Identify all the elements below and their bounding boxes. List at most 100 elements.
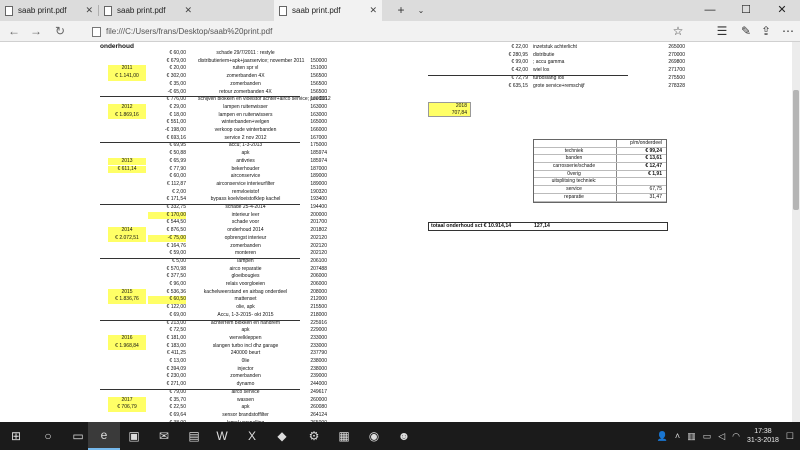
description-cell: lampen <box>237 257 254 264</box>
clock-time: 17:38 <box>754 428 772 435</box>
people-icon[interactable]: ☻ <box>388 422 420 450</box>
chrome-icon[interactable]: ◉ <box>358 422 390 450</box>
amount-cell: € 22,50 <box>169 404 186 411</box>
close-tab-icon[interactable]: ✕ <box>184 5 192 16</box>
mileage-cell: 163000 <box>310 103 327 110</box>
more-icon[interactable]: ⋯ <box>778 21 798 42</box>
description-cell: onderhoud 2014 <box>227 227 264 234</box>
amount-cell: € 679,00 <box>166 57 186 64</box>
year-cell: 2012 <box>108 103 146 112</box>
row-value: 31,47 <box>649 193 662 200</box>
row-label: techniek <box>564 147 584 154</box>
settings-icon[interactable]: ⚙ <box>298 422 330 450</box>
table-row: € 60,00 schade 29/7/2011 : restyle <box>100 50 300 58</box>
table-row: carrosserie/schade € 12,47 <box>534 163 666 171</box>
people-tray-icon[interactable]: 👤 <box>657 431 668 442</box>
year-cell: € 1.869,16 <box>108 111 146 120</box>
scrollbar[interactable] <box>792 42 800 422</box>
table-row: € 1.968,84 € 183,00 slangen turbo incl dhz… <box>100 342 327 351</box>
mileage-cell: 269800 <box>668 59 685 66</box>
description-cell: Accu, 1-3-2015- okt 2015 <box>217 311 274 318</box>
word-icon[interactable]: W <box>206 422 238 450</box>
year-amount: 707,84 <box>451 110 467 116</box>
url-text[interactable]: file:///C:/Users/frans/Desktop/saab%20pr… <box>106 27 272 36</box>
battery-icon[interactable]: ▭ <box>703 431 712 442</box>
description-cell: bypass koelvloeistofklep kachel <box>210 196 281 203</box>
table-row: € 1.141,00 € 302,00 zomerbanden 4X 156500 <box>100 73 327 81</box>
store-icon[interactable]: ▣ <box>118 422 150 450</box>
description-cell: apk <box>241 404 250 411</box>
table-row: € 706,79 € 22,50 apk 260080 <box>100 404 327 412</box>
amount-cell: € 394,09 <box>166 365 186 372</box>
mileage-cell: 187000 <box>310 165 327 172</box>
show-hidden-icons[interactable]: ˄ <box>675 431 680 441</box>
favorites-hub-icon[interactable]: ☰ <box>712 21 732 42</box>
divider <box>428 74 628 76</box>
year-cell <box>108 142 146 150</box>
share-icon[interactable]: ⇪ <box>756 21 776 42</box>
new-tab-button[interactable]: + <box>392 0 410 21</box>
document-icon[interactable]: ▦ <box>328 422 360 450</box>
mileage-cell: 150000 <box>310 57 327 64</box>
back-icon[interactable]: ← <box>4 21 24 42</box>
tab-1[interactable]: saab print.pdf ✕ <box>0 0 98 21</box>
refresh-icon[interactable]: ↻ <box>50 21 70 42</box>
amount-cell: € 35,70 <box>169 396 186 403</box>
mileage-cell: 270000 <box>668 51 685 58</box>
scrollbar-thumb[interactable] <box>793 90 799 210</box>
forward-icon[interactable]: → <box>26 21 46 42</box>
year-cell <box>108 81 146 89</box>
clock[interactable]: 17:38 31-3-2018 <box>747 427 779 445</box>
notes-icon[interactable]: ✎ <box>736 21 756 42</box>
table-row: € 693,16 service 2 nov 2012 167000 <box>100 134 327 143</box>
table-row: € 96,00 relais voorgloeien 206000 <box>100 281 327 289</box>
divider <box>100 142 300 144</box>
mail-icon[interactable]: ✉ <box>148 422 180 450</box>
start-windows-icon[interactable]: ⊞ <box>0 422 32 450</box>
close-window-button[interactable]: ✕ <box>764 0 800 21</box>
mileage-cell: 206000 <box>310 273 327 280</box>
description-cell: opbrengst interieur <box>224 234 267 241</box>
tab-title: saab print.pdf <box>18 6 67 15</box>
year-cell <box>108 320 146 328</box>
restore-button[interactable]: ☐ <box>728 0 764 21</box>
description-cell: antivries <box>236 157 255 164</box>
row-label: uitsplitsing techniek: <box>551 178 597 185</box>
table-row: € 2.072,51 -€ 75,00 opbrengst interieur 202… <box>100 234 327 243</box>
table-row: uitsplitsing techniek: <box>534 178 666 187</box>
description-cell: zomerbanden 4X <box>226 73 265 80</box>
table-row: € 611,14 € 77,90 bekerhouder 187000 <box>100 165 327 174</box>
tab-2[interactable]: saab print.pdf ✕ <box>99 0 197 21</box>
wifi-icon[interactable]: ◠ <box>732 431 740 442</box>
table-row: € 230,00 zomerbanden 239000 <box>100 373 327 381</box>
tab-3[interactable]: saab print.pdf ✕ <box>274 0 382 21</box>
mileage-cell: 275500 <box>668 74 685 81</box>
total-value: 127,14 <box>534 223 550 229</box>
mileage-cell: 260000 <box>310 396 327 403</box>
amount-cell: € 170,00 <box>148 211 186 220</box>
description-cell: retour zomerbanden 4X <box>219 88 272 95</box>
mileage-cell: 207488 <box>310 265 327 272</box>
year-cell: 2011 <box>108 65 146 74</box>
excel-icon[interactable]: X <box>236 422 268 450</box>
search-icon[interactable]: ○ <box>32 422 64 450</box>
year-cell <box>108 219 146 227</box>
edge-browser-icon[interactable]: e <box>88 422 120 450</box>
notifications-icon[interactable]: ☐ <box>786 431 794 442</box>
app-icon[interactable]: ◆ <box>266 422 298 450</box>
year-cell: € 1.968,84 <box>108 342 146 351</box>
favorite-star-icon[interactable]: ☆ <box>668 21 688 42</box>
amount-cell: € 2,00 <box>172 188 186 195</box>
mileage-cell: 238000 <box>310 365 327 372</box>
description-cell: achterrem blokken en handrem <box>210 319 281 326</box>
address-bar[interactable]: file:///C:/Users/frans/Desktop/saab%20pr… <box>92 24 664 39</box>
description-cell: zomerbanden <box>230 242 261 249</box>
description-cell: service 2 nov 2012 <box>224 134 267 141</box>
tab-menu-icon[interactable]: ⌄ <box>414 0 428 21</box>
close-tab-icon[interactable]: ✕ <box>369 5 377 16</box>
network-icon[interactable]: ▥ <box>687 431 696 442</box>
close-tab-icon[interactable]: ✕ <box>85 5 93 16</box>
volume-icon[interactable]: ◁ <box>718 431 725 442</box>
minimize-button[interactable]: — <box>692 0 728 21</box>
mileage-cell: 233000 <box>310 334 327 341</box>
